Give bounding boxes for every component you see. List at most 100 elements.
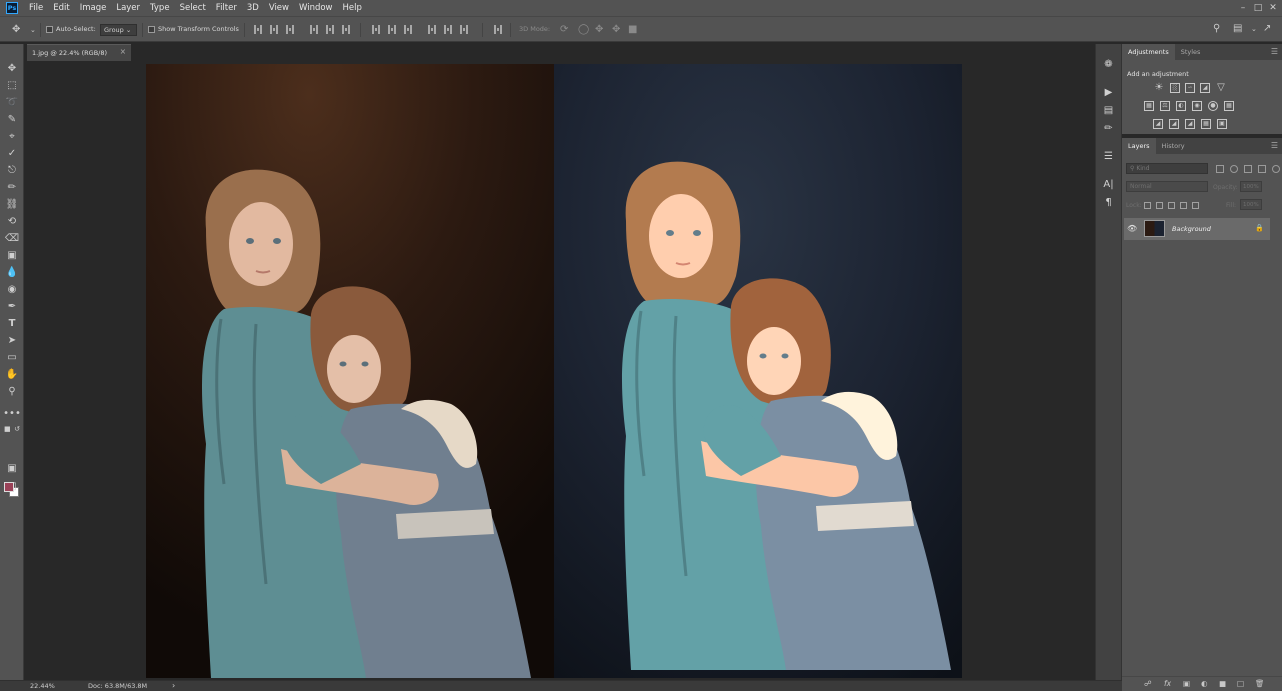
- delete-layer-icon[interactable]: 🗑: [1255, 679, 1265, 688]
- levels-icon[interactable]: ░: [1170, 83, 1180, 93]
- history-brush-tool-icon[interactable]: ⟲: [0, 213, 24, 229]
- type-tool-icon[interactable]: T: [0, 315, 24, 331]
- threshold-icon[interactable]: ◢: [1185, 119, 1195, 129]
- menu-select[interactable]: Select: [175, 0, 211, 16]
- panel-menu-icon[interactable]: ☰: [1271, 141, 1278, 150]
- brush-tool-icon[interactable]: ✏: [0, 179, 24, 195]
- new-adjustment-icon[interactable]: ◐: [1201, 679, 1208, 688]
- menu-image[interactable]: Image: [75, 0, 112, 16]
- swap-arrow-icon[interactable]: ↺: [14, 425, 20, 433]
- filter-toggle-icon[interactable]: [1272, 165, 1280, 173]
- tab-history[interactable]: History: [1156, 138, 1191, 154]
- quick-select-tool-icon[interactable]: ✎: [0, 111, 24, 127]
- distribute-hcenter-icon[interactable]: [444, 25, 452, 34]
- maximize-icon[interactable]: □: [1251, 0, 1265, 16]
- black-white-icon[interactable]: ◐: [1176, 101, 1186, 111]
- hand-tool-icon[interactable]: ✋: [0, 366, 24, 382]
- filter-type-icon[interactable]: [1244, 165, 1252, 173]
- menu-type[interactable]: Type: [145, 0, 175, 16]
- 3d-orbit-icon[interactable]: ⟳: [560, 25, 568, 35]
- align-right-icon[interactable]: [342, 25, 350, 34]
- clone-stamp-tool-icon[interactable]: ⛓: [0, 196, 24, 212]
- layer-style-icon[interactable]: fx: [1164, 679, 1171, 688]
- 3d-pan-icon[interactable]: ✥: [595, 25, 603, 35]
- posterize-icon[interactable]: ◢: [1169, 119, 1179, 129]
- auto-align-icon[interactable]: [494, 25, 502, 34]
- color-balance-icon[interactable]: ⚖: [1160, 101, 1170, 111]
- menu-help[interactable]: Help: [338, 0, 367, 16]
- eraser-tool-icon[interactable]: ⌫: [0, 230, 24, 246]
- menu-edit[interactable]: Edit: [48, 0, 74, 16]
- pen-tool-icon[interactable]: ✒: [0, 298, 24, 314]
- lock-transparent-icon[interactable]: [1144, 202, 1151, 209]
- layer-filter-dropdown[interactable]: ⚲ Kind: [1126, 163, 1208, 174]
- distribute-right-icon[interactable]: [460, 25, 468, 34]
- move-tool-icon[interactable]: ✥: [0, 60, 24, 76]
- properties-icon[interactable]: ☰: [1096, 148, 1121, 164]
- document-canvas[interactable]: [146, 64, 962, 678]
- blur-tool-icon[interactable]: 💧: [0, 264, 24, 280]
- eyedropper-tool-icon[interactable]: ✓: [0, 145, 24, 161]
- auto-select-dropdown[interactable]: Group ⌄: [100, 24, 137, 36]
- zoom-tool-icon[interactable]: ⚲: [0, 383, 24, 399]
- lock-all-icon[interactable]: [1192, 202, 1199, 209]
- menu-file[interactable]: File: [24, 0, 48, 16]
- brightness-contrast-icon[interactable]: ☀: [1154, 83, 1164, 93]
- vibrance-icon[interactable]: ▽: [1216, 83, 1226, 93]
- default-colors-icon[interactable]: ■: [4, 425, 11, 433]
- align-vcenter-icon[interactable]: [270, 25, 278, 34]
- show-transform-checkbox[interactable]: [148, 26, 155, 33]
- chevron-down-icon[interactable]: ⌄: [1251, 24, 1257, 34]
- link-layers-icon[interactable]: ☍: [1144, 679, 1152, 688]
- distribute-vcenter-icon[interactable]: [388, 25, 396, 34]
- character-icon[interactable]: A|: [1096, 176, 1121, 192]
- actions-play-icon[interactable]: ▶: [1096, 84, 1121, 100]
- lock-pixels-icon[interactable]: [1156, 202, 1163, 209]
- gradient-map-icon[interactable]: ▣: [1217, 119, 1227, 129]
- path-select-tool-icon[interactable]: ➤: [0, 332, 24, 348]
- menu-3d[interactable]: 3D: [242, 0, 264, 16]
- color-lookup-icon[interactable]: ▦: [1224, 101, 1234, 111]
- new-layer-icon[interactable]: □: [1237, 679, 1244, 688]
- healing-brush-tool-icon[interactable]: ⎋: [0, 162, 24, 178]
- status-menu-arrow-icon[interactable]: ›: [172, 681, 175, 690]
- align-left-icon[interactable]: [310, 25, 318, 34]
- channel-mixer-icon[interactable]: ●: [1208, 101, 1218, 111]
- zoom-level[interactable]: 22.44%: [30, 682, 55, 690]
- menu-layer[interactable]: Layer: [111, 0, 145, 16]
- foreground-color-swatch[interactable]: [4, 482, 14, 492]
- document-tab[interactable]: 1.jpg @ 22.4% (RGB/8) ×: [27, 44, 131, 61]
- dodge-tool-icon[interactable]: ◉: [0, 281, 24, 297]
- exposure-icon[interactable]: ◢: [1200, 83, 1210, 93]
- quick-mask-icon[interactable]: ▣: [0, 460, 24, 476]
- brushes-icon[interactable]: ✏: [1096, 120, 1121, 136]
- fill-field[interactable]: 100%: [1240, 199, 1262, 210]
- filter-pixel-icon[interactable]: [1216, 165, 1224, 173]
- distribute-bottom-icon[interactable]: [404, 25, 412, 34]
- more-tools-icon[interactable]: •••: [0, 405, 24, 421]
- lock-artboard-icon[interactable]: [1180, 202, 1187, 209]
- menu-window[interactable]: Window: [294, 0, 338, 16]
- align-hcenter-icon[interactable]: [326, 25, 334, 34]
- add-mask-icon[interactable]: ▣: [1183, 679, 1190, 688]
- 3d-roll-icon[interactable]: ◯: [578, 25, 589, 35]
- visibility-eye-icon[interactable]: 👁: [1127, 224, 1137, 233]
- tab-layers[interactable]: Layers: [1122, 138, 1156, 154]
- document-info[interactable]: Doc: 63.8M/63.8M: [88, 682, 147, 690]
- minimize-icon[interactable]: –: [1236, 0, 1250, 16]
- align-bottom-icon[interactable]: [286, 25, 294, 34]
- gradient-tool-icon[interactable]: ▣: [0, 247, 24, 263]
- swap-colors-icon[interactable]: ■ ↺: [0, 421, 24, 437]
- menu-filter[interactable]: Filter: [211, 0, 242, 16]
- selective-color-icon[interactable]: ▦: [1201, 119, 1211, 129]
- search-icon[interactable]: ⚲: [1213, 24, 1220, 34]
- chevron-down-icon[interactable]: ⌄: [30, 25, 36, 35]
- 3d-slide-icon[interactable]: ✥: [612, 25, 620, 35]
- filter-adjustment-icon[interactable]: [1230, 165, 1238, 173]
- color-panel-icon[interactable]: ❁: [1096, 56, 1121, 72]
- panel-menu-icon[interactable]: ☰: [1271, 47, 1278, 56]
- brush-settings-icon[interactable]: ▤: [1096, 102, 1121, 118]
- rectangle-tool-icon[interactable]: ▭: [0, 349, 24, 365]
- layer-row[interactable]: 👁 Background 🔒: [1124, 218, 1270, 240]
- tab-adjustments[interactable]: Adjustments: [1122, 44, 1175, 60]
